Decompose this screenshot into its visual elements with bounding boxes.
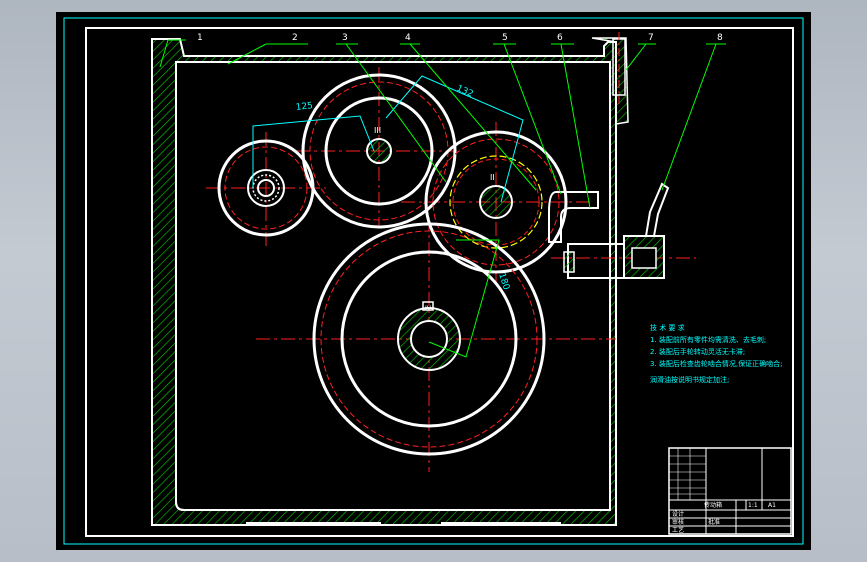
gear-mark-bottom: IV [425,305,432,312]
dimension-a: 125 [295,101,313,113]
cad-viewport[interactable]: 1 2 3 4 5 6 7 8 125 132 180 III II IV 技 … [56,12,811,550]
tech-req-item-1: 1. 装配前所有零件均需清洗、去毛刺; [650,335,766,344]
balloon-8: 8 [717,33,723,43]
dimension-lines [252,75,524,203]
balloon-3: 3 [342,33,348,43]
title-block-role-4: 批准 [708,518,720,526]
title-block-role-1: 设计 [672,510,684,518]
title-block-sheet: A1 [768,502,776,509]
balloon-7: 7 [648,33,654,43]
gear-mark-upper: III [374,126,381,135]
title-block[interactable]: 传动箱 1:1 A1 设计 审核 工艺 批准 [668,447,792,535]
cad-drawing-canvas[interactable]: 1 2 3 4 5 6 7 8 125 132 180 III II IV 技 … [56,12,811,550]
title-block-ratio: 1:1 [748,502,758,509]
title-block-role-3: 工艺 [672,526,684,534]
title-block-role-2: 审核 [672,518,684,526]
tech-req-note: 润滑油按说明书规定加注; [650,375,729,384]
gear-upper-middle[interactable] [301,73,457,229]
balloon-2: 2 [292,33,298,43]
tech-req-item-2: 2. 装配后手轮转动灵活无卡滞; [650,347,745,356]
balloon-6: 6 [557,33,563,43]
housing-walls [151,32,629,526]
dimension-text: 125 132 180 [295,84,511,292]
balloon-1: 1 [197,33,203,43]
gear-mark-right: II [490,173,495,182]
balloon-labels: 1 2 3 4 5 6 7 8 [197,33,723,43]
leader-lines [159,39,726,358]
tech-req-item-3: 3. 装配后检查齿轮啮合情况,保证正确啮合; [650,359,783,368]
tech-req-title: 技 术 要 求 [650,323,685,332]
balloon-5: 5 [502,33,508,43]
technical-requirements: 技 术 要 求 1. 装配前所有零件均需清洗、去毛刺; 2. 装配后手轮转动灵活… [650,323,783,384]
title-block-name: 传动箱 [704,501,722,509]
balloon-4: 4 [405,33,411,43]
